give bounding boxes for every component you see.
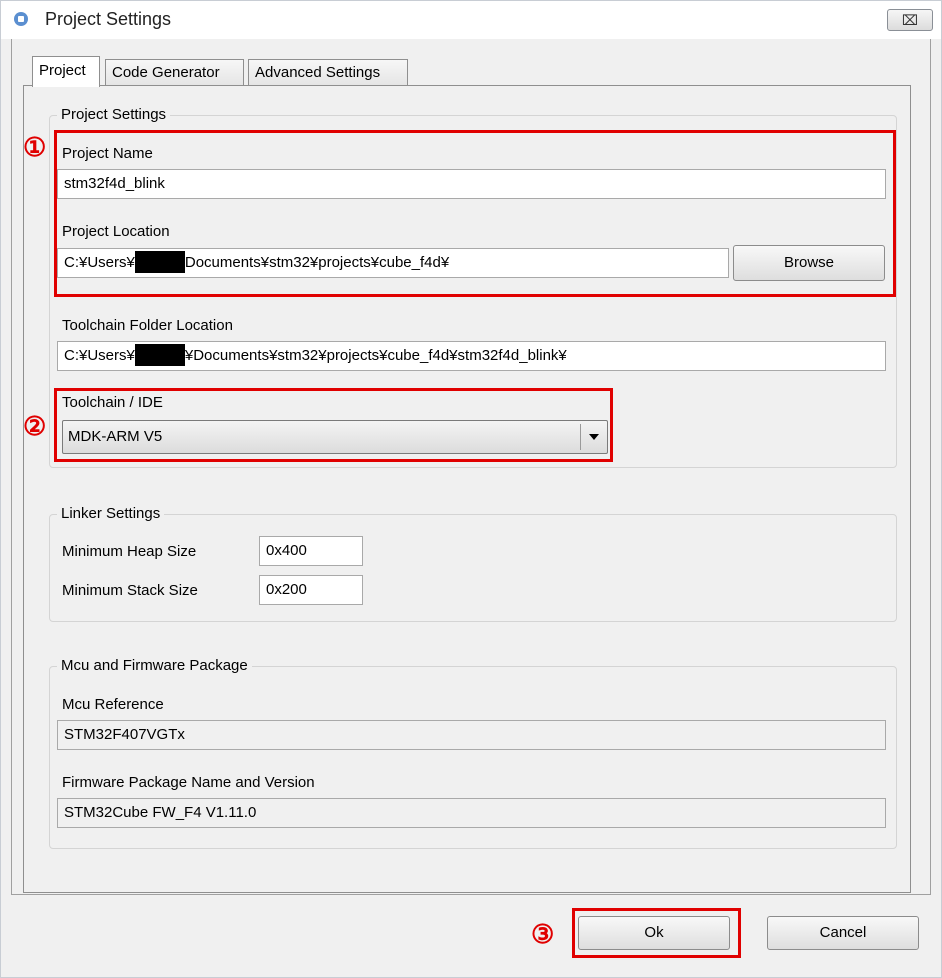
project-settings-legend: Project Settings bbox=[57, 106, 171, 123]
tab-project[interactable]: Project bbox=[32, 56, 100, 87]
title-bar: Project Settings ⌧ bbox=[1, 1, 941, 39]
cancel-button[interactable]: Cancel bbox=[767, 916, 919, 950]
linker-settings-legend: Linker Settings bbox=[57, 505, 165, 522]
firmware-label: Firmware Package Name and Version bbox=[62, 774, 315, 791]
redacted-username bbox=[134, 343, 185, 366]
toolchain-folder-label: Toolchain Folder Location bbox=[62, 317, 233, 334]
min-heap-input[interactable]: 0x400 bbox=[259, 536, 363, 566]
window-title: Project Settings bbox=[45, 9, 172, 29]
highlight-box-2 bbox=[54, 388, 613, 462]
min-stack-input[interactable]: 0x200 bbox=[259, 575, 363, 605]
annotation-marker-1: ① bbox=[23, 132, 47, 162]
close-button[interactable]: ⌧ bbox=[887, 9, 933, 31]
tab-advanced-settings[interactable]: Advanced Settings bbox=[248, 59, 408, 85]
min-heap-label: Minimum Heap Size bbox=[62, 543, 197, 560]
min-stack-label: Minimum Stack Size bbox=[62, 582, 198, 599]
mcu-reference-field: STM32F407VGTx bbox=[57, 720, 886, 750]
linker-settings-group bbox=[49, 514, 897, 622]
annotation-marker-2: ② bbox=[23, 411, 47, 441]
app-icon bbox=[14, 12, 28, 26]
toolchain-folder-input[interactable]: C:¥Users¥ ¥Documents¥stm32¥projects¥cube_… bbox=[57, 341, 886, 371]
highlight-box-1 bbox=[54, 130, 896, 297]
toolchain-folder-prefix: C:¥Users¥ bbox=[64, 347, 135, 364]
firmware-field: STM32Cube FW_F4 V1.11.0 bbox=[57, 798, 886, 828]
tab-code-generator[interactable]: Code Generator bbox=[105, 59, 244, 85]
toolchain-folder-suffix: ¥Documents¥stm32¥projects¥cube_f4d¥stm32… bbox=[184, 347, 567, 364]
highlight-box-3 bbox=[572, 908, 741, 958]
mcu-reference-label: Mcu Reference bbox=[62, 696, 164, 713]
annotation-marker-3: ③ bbox=[531, 919, 555, 949]
project-settings-window: Project Settings ⌧ Project Code Generato… bbox=[0, 0, 942, 978]
mcu-firmware-legend: Mcu and Firmware Package bbox=[57, 657, 252, 674]
